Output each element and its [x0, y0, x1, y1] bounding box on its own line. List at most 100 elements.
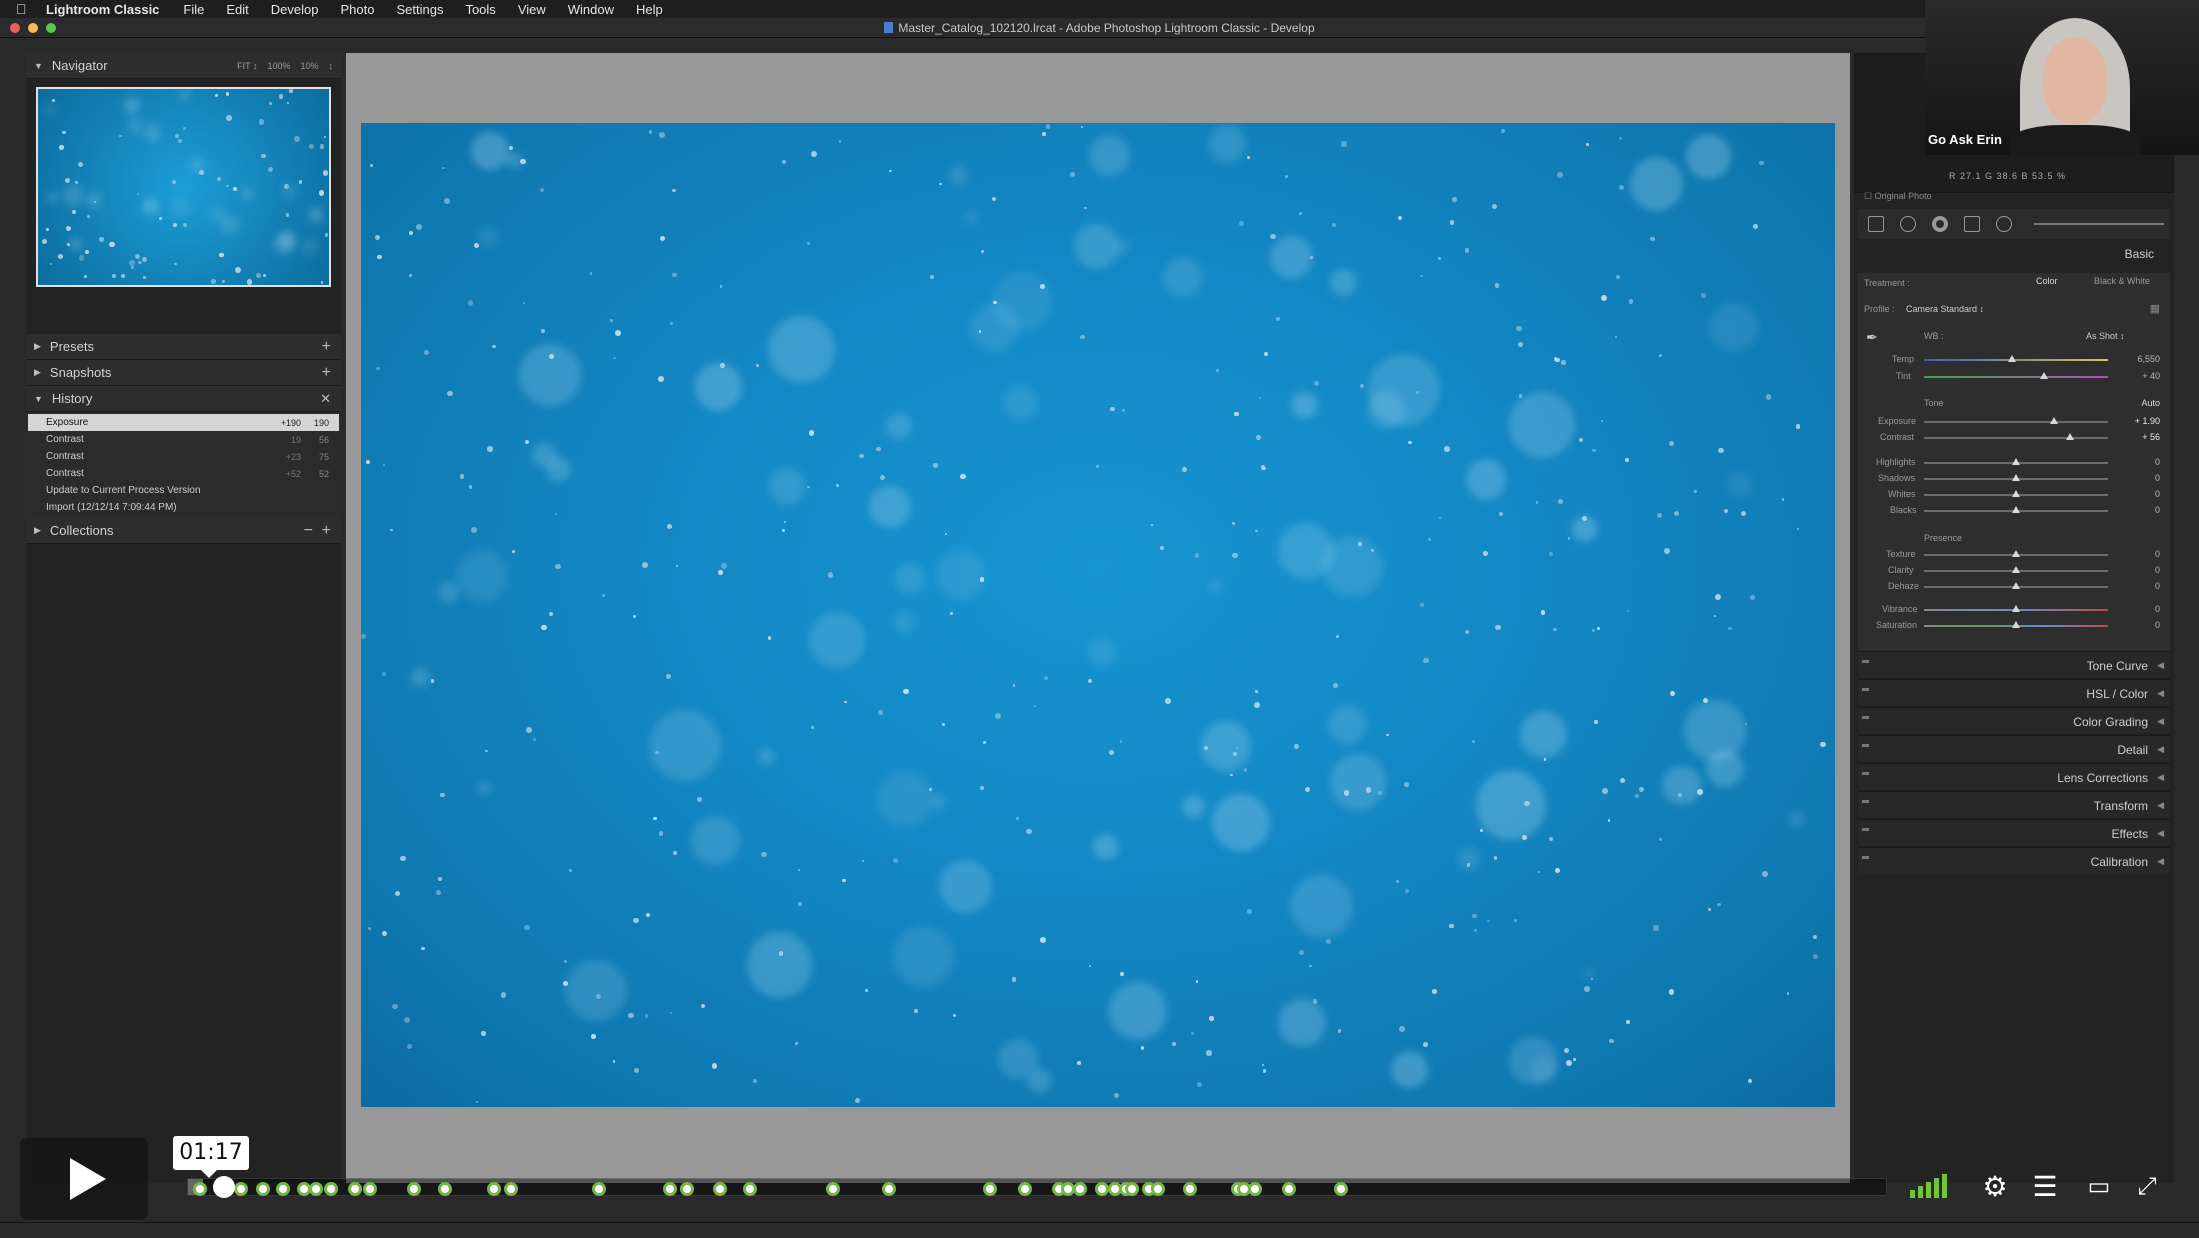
- section-toggle-icon[interactable]: [1862, 660, 1869, 663]
- temp-slider[interactable]: [1924, 355, 2108, 362]
- dehaze-value[interactable]: 0: [2155, 581, 2160, 591]
- zoom-window-button[interactable]: [46, 23, 56, 33]
- menu-photo[interactable]: Photo: [340, 2, 374, 17]
- exposure-slider[interactable]: [1924, 417, 2108, 424]
- zoom-10[interactable]: 10%: [300, 61, 318, 71]
- spot-removal-icon[interactable]: [1900, 216, 1916, 232]
- progress-scrubber[interactable]: [187, 1176, 1887, 1198]
- shadows-slider[interactable]: [1924, 474, 2108, 481]
- chapter-marker[interactable]: [882, 1182, 897, 1196]
- shadows-value[interactable]: 0: [2155, 473, 2160, 483]
- menu-edit[interactable]: Edit: [226, 2, 248, 17]
- contrast-value[interactable]: + 56: [2142, 432, 2160, 442]
- red-eye-icon[interactable]: [1932, 216, 1948, 232]
- chapter-marker[interactable]: [592, 1182, 607, 1196]
- slider-knob[interactable]: [2012, 582, 2020, 589]
- chapter-marker[interactable]: [1334, 1182, 1349, 1196]
- snapshots-header[interactable]: ▶ Snapshots +: [26, 360, 341, 386]
- chapter-marker[interactable]: [233, 1182, 248, 1196]
- zoom-more[interactable]: ↕: [329, 61, 334, 71]
- remove-collection-icon[interactable]: −: [304, 522, 313, 540]
- profile-browser-icon[interactable]: ▦: [2150, 302, 2160, 315]
- texture-slider[interactable]: [1924, 550, 2108, 557]
- treatment-color-option[interactable]: Color: [2036, 276, 2058, 286]
- zoom-fit[interactable]: FIT ↕: [237, 61, 257, 71]
- chapter-marker[interactable]: [437, 1182, 452, 1196]
- history-item[interactable]: Import (12/12/14 7:09:44 PM): [28, 499, 339, 516]
- chapter-marker[interactable]: [1125, 1182, 1140, 1196]
- navigator-thumbnail[interactable]: [36, 87, 331, 287]
- slider-knob[interactable]: [2066, 433, 2074, 440]
- add-collection-icon[interactable]: +: [322, 522, 331, 540]
- calibration-section[interactable]: Calibration ◀: [1858, 847, 2170, 873]
- section-toggle-icon[interactable]: [1862, 828, 1869, 831]
- chapter-marker[interactable]: [1247, 1182, 1262, 1196]
- chapters-list-icon[interactable]: ☰: [2029, 1172, 2061, 1202]
- menu-help[interactable]: Help: [636, 2, 663, 17]
- section-toggle-icon[interactable]: [1862, 716, 1869, 719]
- menu-settings[interactable]: Settings: [396, 2, 443, 17]
- menu-window[interactable]: Window: [568, 2, 614, 17]
- whites-slider[interactable]: [1924, 490, 2108, 497]
- slider-knob[interactable]: [2012, 474, 2020, 481]
- quality-bars-icon[interactable]: [1910, 1172, 1947, 1198]
- detail-section[interactable]: Detail ◀: [1858, 735, 2170, 761]
- slider-knob[interactable]: [2012, 490, 2020, 497]
- chapter-marker[interactable]: [1072, 1182, 1087, 1196]
- presets-header[interactable]: ▶ Presets +: [26, 334, 341, 360]
- transform-section[interactable]: Transform ◀: [1858, 791, 2170, 817]
- chapter-marker[interactable]: [712, 1182, 727, 1196]
- fullscreen-icon[interactable]: ⤢: [2131, 1172, 2163, 1202]
- tone-curve-section[interactable]: Tone Curve ◀: [1858, 651, 2170, 677]
- chapter-marker[interactable]: [826, 1182, 841, 1196]
- slider-knob[interactable]: [2008, 355, 2016, 362]
- clear-history-icon[interactable]: ✕: [320, 391, 331, 407]
- chapter-marker[interactable]: [1183, 1182, 1198, 1196]
- settings-gear-icon[interactable]: ⚙: [1979, 1172, 2011, 1202]
- menu-develop[interactable]: Develop: [271, 2, 319, 17]
- chapter-marker[interactable]: [276, 1182, 291, 1196]
- menu-file[interactable]: File: [183, 2, 204, 17]
- history-item[interactable]: Exposure +190 190: [28, 414, 339, 431]
- chapter-marker[interactable]: [680, 1182, 695, 1196]
- crop-icon[interactable]: [1868, 216, 1884, 232]
- section-toggle-icon[interactable]: [1862, 800, 1869, 803]
- dehaze-slider[interactable]: [1924, 582, 2108, 589]
- eyedropper-icon[interactable]: ✒: [1866, 329, 1878, 346]
- effects-section[interactable]: Effects ◀: [1858, 819, 2170, 845]
- chapter-marker[interactable]: [323, 1182, 338, 1196]
- clarity-value[interactable]: 0: [2155, 565, 2160, 575]
- slider-knob[interactable]: [2012, 605, 2020, 612]
- chapter-marker[interactable]: [1018, 1182, 1033, 1196]
- original-photo-checkbox[interactable]: ☐ Original Photo: [1864, 191, 1932, 202]
- menu-tools[interactable]: Tools: [465, 2, 495, 17]
- chapter-marker[interactable]: [193, 1182, 208, 1196]
- wb-dropdown[interactable]: As Shot ↕: [2086, 331, 2125, 341]
- texture-value[interactable]: 0: [2155, 549, 2160, 559]
- history-item[interactable]: Update to Current Process Version: [28, 482, 339, 499]
- auto-tone-button[interactable]: Auto: [2141, 398, 2160, 408]
- section-toggle-icon[interactable]: [1862, 744, 1869, 747]
- main-photo-underwater-snow[interactable]: [361, 123, 1835, 1107]
- slider-knob[interactable]: [2040, 372, 2048, 379]
- chapter-marker[interactable]: [663, 1182, 678, 1196]
- blacks-slider[interactable]: [1924, 506, 2108, 513]
- chapter-marker[interactable]: [503, 1182, 518, 1196]
- slider-knob[interactable]: [2012, 506, 2020, 513]
- chapter-marker[interactable]: [362, 1182, 377, 1196]
- chapter-marker[interactable]: [308, 1182, 323, 1196]
- blacks-value[interactable]: 0: [2155, 505, 2160, 515]
- history-item[interactable]: Contrast 19 56: [28, 431, 339, 448]
- chapter-marker[interactable]: [486, 1182, 501, 1196]
- apple-menu-icon[interactable]: : [16, 1, 34, 17]
- minimize-window-button[interactable]: [28, 23, 38, 33]
- chapter-marker[interactable]: [1281, 1182, 1296, 1196]
- close-window-button[interactable]: [10, 23, 20, 33]
- tint-value[interactable]: + 40: [2142, 371, 2160, 381]
- chapter-marker[interactable]: [743, 1182, 758, 1196]
- play-button[interactable]: [20, 1138, 148, 1220]
- navigator-header[interactable]: ▼ Navigator FIT ↕ 100% 10% ↕: [26, 53, 341, 79]
- whites-value[interactable]: 0: [2155, 489, 2160, 499]
- vibrance-value[interactable]: 0: [2155, 604, 2160, 614]
- airplay-icon[interactable]: ▭: [2083, 1172, 2115, 1202]
